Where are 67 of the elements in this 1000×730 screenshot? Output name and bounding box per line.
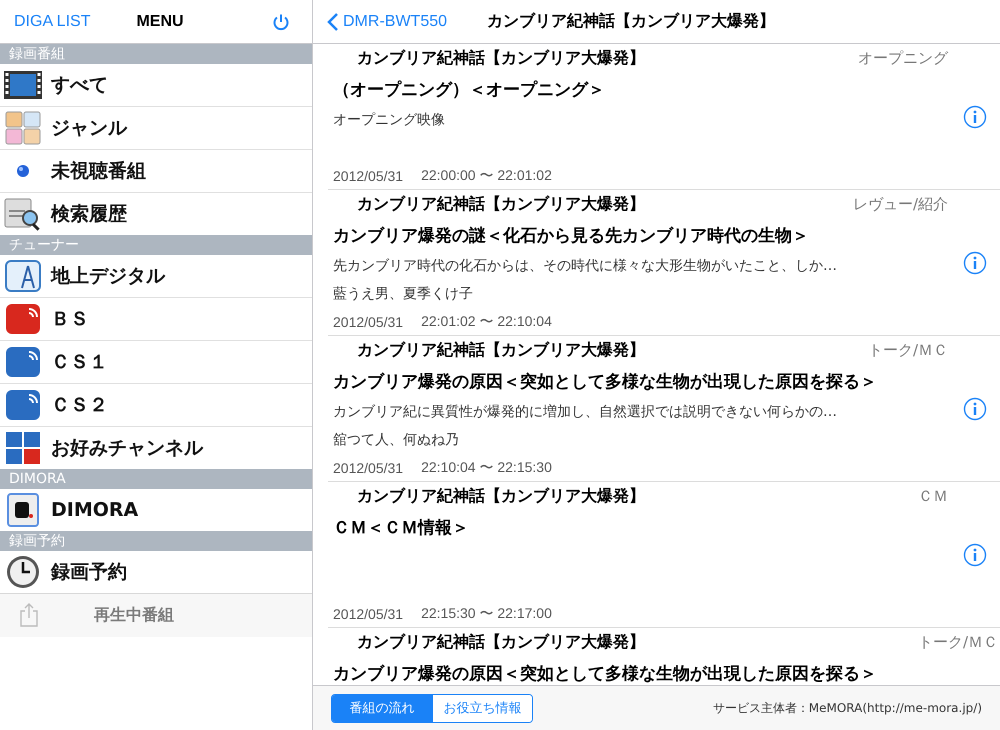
genre-label: オープニング (858, 48, 948, 68)
segment-tab[interactable]: 番組の流れ (332, 694, 432, 722)
time-range: 22:01:02 〜 22:10:04 (421, 313, 552, 331)
program-entry[interactable]: カンブリア紀神話【カンブリア大爆発】 オープニング （オープニング）＜オープニング＞ オープニング映像 2012/05/31 22:00:00 〜 22:01:02 (328, 44, 1000, 190)
info-icon[interactable] (963, 250, 987, 274)
back-chevron-icon[interactable] (327, 12, 339, 32)
entry-title: カンブリア紀神話【カンブリア大爆発】 (357, 632, 645, 652)
now-playing-bar[interactable]: 再生中番組 (0, 593, 312, 637)
satellite-badge-icon (3, 344, 43, 380)
back-link[interactable]: DIGA LIST (14, 12, 90, 30)
cast: 藍うえ男、夏季くけ子 (333, 285, 474, 304)
description: オープニング映像 (333, 111, 446, 130)
entry-title: カンブリア紀神話【カンブリア大爆発】 (357, 48, 645, 68)
cast: 舘つて人、何ぬね乃 (333, 431, 460, 450)
page-title: カンブリア紀神話【カンブリア大爆発】 (487, 11, 776, 32)
program-entry[interactable]: カンブリア紀神話【カンブリア大爆発】 ＣＭ ＣＭ＜ＣＭ情報＞ 2012/05/31 22:15:30 〜 22:17:00 (328, 482, 1000, 628)
genre-label: トーク/ＭＣ (918, 632, 998, 652)
program-name: カンブリア爆発の原因＜突如として多様な生物が出現した原因を探る＞ (333, 370, 878, 394)
menu-item[interactable]: DIMORA (51, 499, 138, 521)
date: 2012/05/31 (333, 606, 404, 622)
program-name: カンブリア爆発の謎＜化石から見る先カンブリア時代の生物＞ (333, 224, 810, 248)
description: カンブリア紀に異質性が爆発的に増加し、自然選択では説明できない何らかの… (333, 403, 838, 422)
info-icon[interactable] (963, 542, 987, 566)
menu-item[interactable]: 地上デジタル (51, 263, 165, 289)
entry-title: カンブリア紀神話【カンブリア大爆発】 (357, 194, 645, 214)
section-header: DIMORA (0, 469, 312, 489)
entry-title: カンブリア紀神話【カンブリア大爆発】 (357, 340, 645, 360)
menu-item[interactable]: ＣＳ２ (51, 392, 108, 418)
info-icon[interactable] (963, 396, 987, 420)
program-name: （オープニング）＜オープニング＞ (333, 78, 606, 102)
genre-label: トーク/ＭＣ (868, 340, 948, 360)
date: 2012/05/31 (333, 314, 404, 330)
segment-tab[interactable]: お役立ち情報 (432, 694, 532, 722)
satellite-badge-icon (3, 301, 43, 337)
menu-item[interactable]: 検索履歴 (51, 201, 127, 227)
time-range: 22:15:30 〜 22:17:00 (421, 605, 552, 623)
description: 先カンブリア時代の化石からは、その時代に様々な大形生物がいたこと、しか… (333, 257, 838, 276)
menu-item[interactable]: お好みチャンネル (51, 435, 203, 461)
power-icon[interactable] (272, 12, 290, 30)
credit-text: サービス主体者：MeMORA(http://me-mora.jp/) (712, 700, 982, 716)
section-header: 録画予約 (0, 531, 312, 551)
menu-item[interactable]: 未視聴番組 (51, 158, 146, 184)
time-range: 22:10:04 〜 22:15:30 (421, 459, 552, 477)
back-link[interactable]: DMR-BWT550 (343, 12, 448, 30)
genre-label: ＣＭ (918, 486, 948, 506)
time-range: 22:00:00 〜 22:01:02 (421, 167, 552, 185)
program-name: カンブリア爆発の原因＜突如として多様な生物が出現した原因を探る＞ (333, 662, 878, 685)
genre-label: レヴュー/紹介 (852, 194, 948, 214)
program-name: ＣＭ＜ＣＭ情報＞ (333, 516, 470, 540)
menu-item[interactable]: 録画予約 (51, 559, 127, 585)
section-header: 録画番組 (0, 44, 312, 64)
menu-item[interactable]: ジャンル (51, 115, 127, 141)
program-entry[interactable]: カンブリア紀神話【カンブリア大爆発】 レヴュー/紹介 カンブリア爆発の謎＜化石から見る先カンブリア時代の生物＞ 先カンブリア時代の化石からは、その時代に様々な大形生物がいたこと、しか… 藍うえ男、夏季くけ子 2012/05/31 22:01:02 〜 22:10:04 (328, 190, 1000, 336)
program-entry[interactable]: カンブリア紀神話【カンブリア大爆発】 トーク/ＭＣ カンブリア爆発の原因＜突如として多様な生物が出現した原因を探る＞ カンブリア紀に異質性が爆発的に増加し、自然選択では説明できない何らかの… 舘つて人、何ぬね乃 2012/05/31 22:10:04 〜 22:15:30 (328, 336, 1000, 482)
info-icon[interactable] (963, 104, 987, 128)
menu-item[interactable]: ＣＳ１ (51, 349, 108, 375)
date: 2012/05/31 (333, 168, 404, 184)
satellite-badge-icon (3, 387, 43, 423)
genre-grid-icon (3, 110, 43, 146)
section-header: チューナー (0, 235, 312, 255)
channel-grid-icon (3, 430, 43, 466)
tower-icon (3, 258, 43, 294)
menu-item[interactable]: すべて (51, 72, 108, 98)
sidebar-title: MENU (136, 12, 184, 30)
date: 2012/05/31 (333, 460, 404, 476)
entry-title: カンブリア紀神話【カンブリア大爆発】 (357, 486, 645, 506)
menu-item[interactable]: ＢＳ (51, 306, 89, 332)
